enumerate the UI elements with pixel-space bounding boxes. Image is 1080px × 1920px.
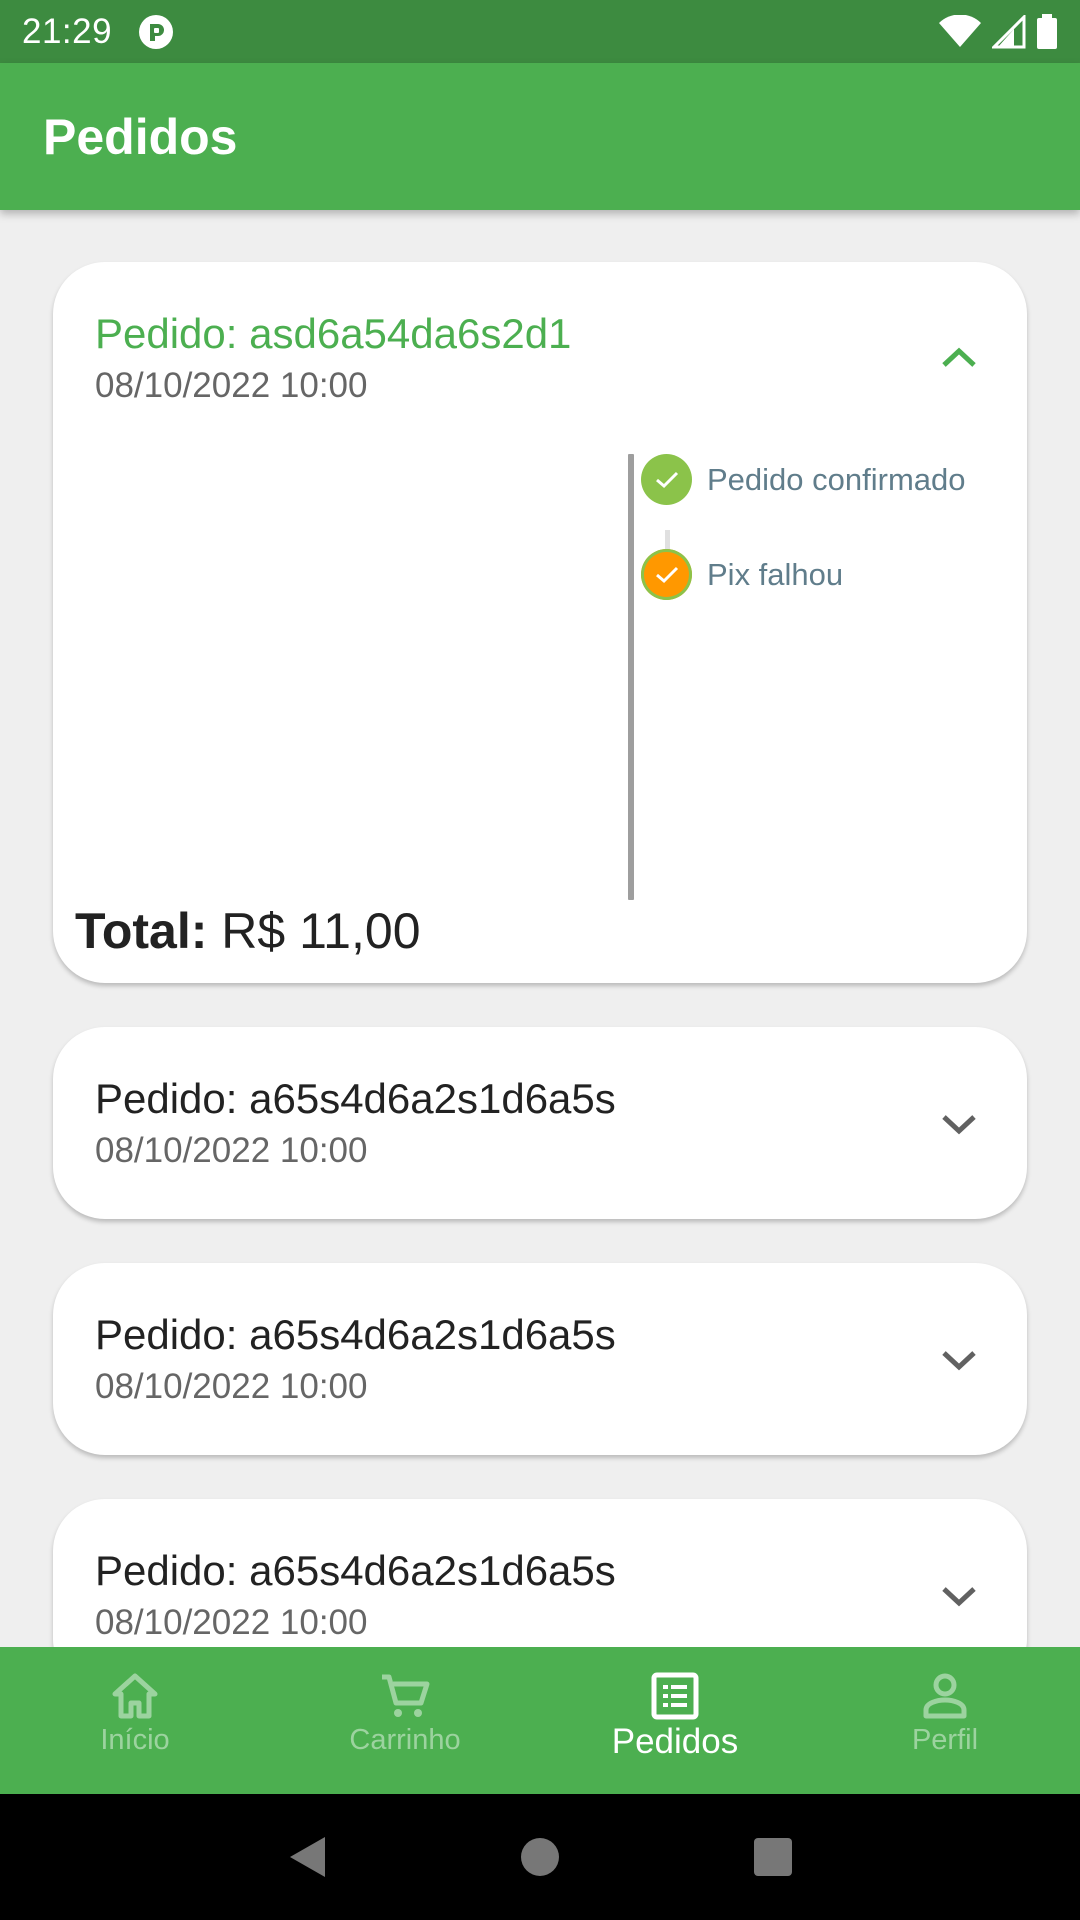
home-icon (112, 1673, 158, 1719)
page-title: Pedidos (43, 108, 238, 165)
nav-item-perfil[interactable]: Perfil (810, 1647, 1080, 1794)
timeline-step-label: Pedido confirmado (707, 461, 966, 497)
total-value: R$ 11,00 (221, 903, 421, 959)
order-title: Pedido: a65s4d6a2s1d6a5s (95, 1075, 616, 1122)
screen: 21:29 Pedidos Pedido: asd6a54da6s2d1 08/… (0, 0, 1080, 1920)
order-card[interactable]: Pedido: a65s4d6a2s1d6a5s 08/10/2022 10:0… (53, 1263, 1027, 1455)
chevron-up-icon[interactable] (941, 346, 977, 368)
orders-list[interactable]: Pedido: asd6a54da6s2d1 08/10/2022 10:00 … (0, 210, 1080, 1647)
timeline-step-failed: Pix falhou (641, 549, 843, 600)
order-title: Pedido: a65s4d6a2s1d6a5s (95, 1311, 616, 1358)
chevron-down-icon[interactable] (941, 1114, 977, 1136)
order-date: 08/10/2022 10:00 (95, 1603, 368, 1642)
order-title: Pedido: asd6a54da6s2d1 (95, 310, 572, 357)
signal-icon (992, 14, 1026, 48)
nav-label: Carrinho (349, 1724, 461, 1756)
timeline-step-label: Pix falhou (707, 556, 844, 592)
status-time: 21:29 (22, 11, 113, 51)
status-icons (938, 13, 1058, 50)
nav-item-pedidos[interactable]: Pedidos (540, 1647, 810, 1794)
nav-item-carrinho[interactable]: Carrinho (270, 1647, 540, 1794)
app-notification-icon (139, 14, 174, 49)
check-icon (641, 454, 692, 505)
system-navigation-bar (0, 1794, 1080, 1920)
check-icon (641, 549, 692, 600)
chevron-down-icon[interactable] (941, 1586, 977, 1608)
nav-label: Início (100, 1724, 170, 1756)
order-date: 08/10/2022 10:00 (95, 366, 368, 405)
order-title: Pedido: a65s4d6a2s1d6a5s (95, 1547, 616, 1594)
timeline-step-confirmed: Pedido confirmado (641, 454, 966, 505)
back-icon[interactable] (283, 1833, 331, 1881)
cart-icon (382, 1674, 430, 1717)
nav-item-inicio[interactable]: Início (0, 1647, 270, 1794)
recents-icon[interactable] (749, 1833, 797, 1881)
order-card-expanded[interactable]: Pedido: asd6a54da6s2d1 08/10/2022 10:00 … (53, 262, 1027, 983)
list-icon (651, 1672, 699, 1720)
nav-label: Perfil (911, 1724, 979, 1756)
order-card[interactable]: Pedido: a65s4d6a2s1d6a5s 08/10/2022 10:0… (53, 1499, 1027, 1647)
battery-icon (1037, 13, 1057, 49)
timeline-line (628, 454, 634, 900)
total-label: Total: (75, 903, 208, 959)
status-bar: 21:29 (0, 0, 1080, 63)
bottom-navigation: Início Carrinho Pedidos Perfil (0, 1647, 1080, 1794)
order-total: Total: R$ 11,00 (75, 902, 421, 960)
app-bar: Pedidos (0, 63, 1080, 210)
wifi-icon (939, 14, 981, 47)
nav-label: Pedidos (611, 1722, 739, 1761)
home-circle-icon[interactable] (516, 1833, 564, 1881)
order-date: 08/10/2022 10:00 (95, 1131, 368, 1170)
order-date: 08/10/2022 10:00 (95, 1367, 368, 1406)
chevron-down-icon[interactable] (941, 1350, 977, 1372)
order-card[interactable]: Pedido: a65s4d6a2s1d6a5s 08/10/2022 10:0… (53, 1027, 1027, 1219)
person-icon (923, 1673, 967, 1719)
